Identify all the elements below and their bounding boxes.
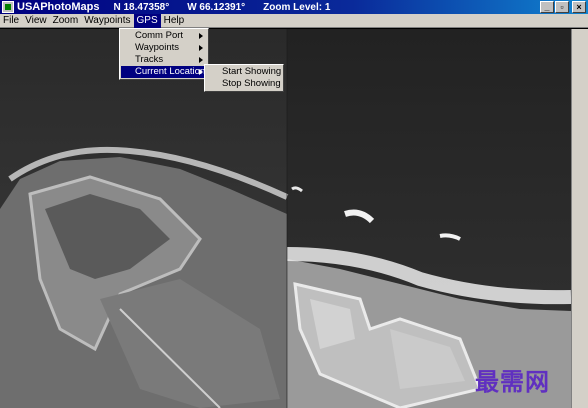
vertical-scrollbar[interactable] (571, 29, 588, 408)
submenu-arrow-icon (199, 57, 203, 63)
gps-menu-waypoints[interactable]: Waypoints (121, 42, 207, 54)
menu-waypoints[interactable]: Waypoints (81, 14, 133, 28)
app-icon (2, 1, 14, 13)
maximize-button[interactable]: ▫ (555, 1, 569, 13)
current-location-submenu: Start Showing Stop Showing (204, 64, 284, 92)
window-controls: _ ▫ × (540, 1, 586, 13)
gps-menu-comm-port[interactable]: Comm Port (121, 30, 207, 42)
menu-zoom[interactable]: Zoom (50, 14, 82, 28)
app-title: USAPhotoMaps (17, 1, 100, 13)
aerial-photo-map[interactable] (0, 29, 571, 408)
start-showing-item[interactable]: Start Showing (206, 66, 282, 78)
latitude-readout: N 18.47358° (113, 1, 170, 13)
waypoints-label: Waypoints (135, 42, 179, 53)
menu-view[interactable]: View (22, 14, 50, 28)
menu-bar: File View Zoom Waypoints GPS Help (0, 13, 588, 28)
watermark-logo: 最需网 (475, 368, 550, 396)
comm-port-label: Comm Port (135, 30, 184, 41)
menu-help[interactable]: Help (161, 14, 188, 28)
stop-showing-item[interactable]: Stop Showing (206, 78, 282, 90)
minimize-button[interactable]: _ (540, 1, 554, 13)
menu-file[interactable]: File (0, 14, 22, 28)
gps-menu-tracks[interactable]: Tracks (121, 54, 207, 66)
zoom-level-readout: Zoom Level: 1 (263, 1, 331, 13)
gps-menu-current-location[interactable]: Current Location (121, 66, 207, 78)
aerial-photo (0, 29, 571, 408)
submenu-arrow-icon (199, 33, 203, 39)
close-button[interactable]: × (572, 1, 586, 13)
menu-gps[interactable]: GPS (133, 13, 161, 28)
gps-dropdown-menu: Comm Port Waypoints Tracks Current Locat… (119, 28, 209, 80)
current-location-label: Current Location (135, 66, 206, 77)
submenu-arrow-icon (199, 45, 203, 51)
submenu-arrow-icon (199, 69, 203, 75)
title-bar: USAPhotoMaps N 18.47358° W 66.12391° Zoo… (0, 0, 588, 14)
longitude-readout: W 66.12391° (187, 1, 246, 13)
tracks-label: Tracks (135, 54, 164, 65)
